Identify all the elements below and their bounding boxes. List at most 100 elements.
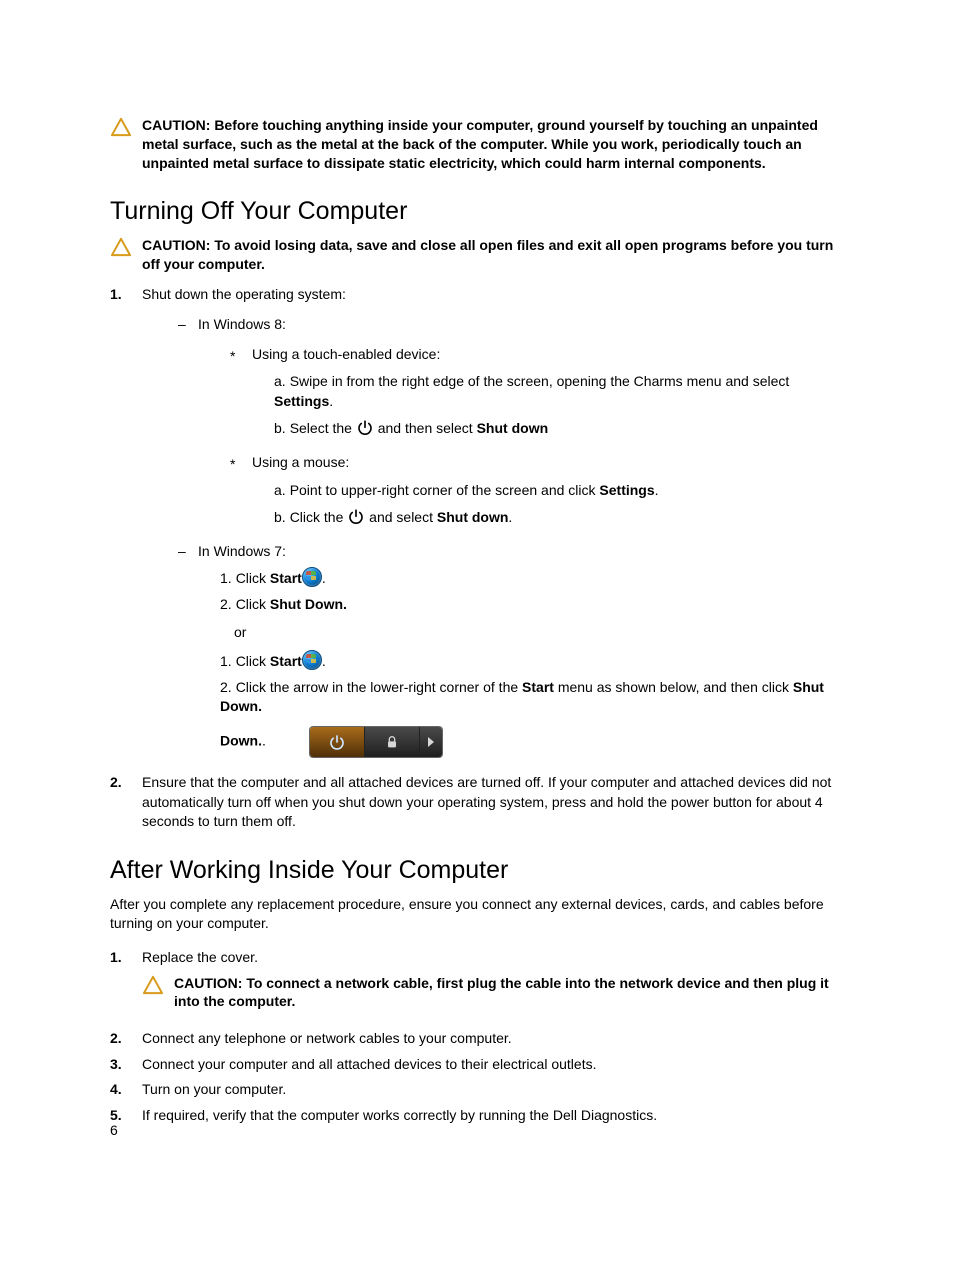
- list-item: 2. Connect any telephone or network cabl…: [110, 1029, 844, 1049]
- list-marker: b.: [274, 509, 286, 525]
- bold-text: Start: [270, 653, 302, 669]
- list-marker: 2.: [220, 679, 232, 695]
- os-label: In Windows 8:: [198, 316, 286, 332]
- text: .: [262, 733, 266, 749]
- bold-text: Shut down: [477, 420, 549, 436]
- list-item: a.Point to upper-right corner of the scr…: [274, 481, 844, 501]
- os-list: In Windows 8: Using a touch-enabled devi…: [142, 315, 844, 757]
- list-item: 2. Ensure that the computer and all atta…: [110, 773, 844, 832]
- bold-text: Start: [522, 679, 554, 695]
- list-marker: 1.: [220, 570, 232, 586]
- list-item: Using a mouse: a.Point to upper-right co…: [230, 453, 844, 532]
- step-text: Turn on your computer.: [142, 1081, 286, 1097]
- text: and then select: [378, 420, 477, 436]
- list-marker: 3.: [110, 1055, 126, 1075]
- heading-turning-off: Turning Off Your Computer: [110, 197, 844, 226]
- list-item: 2.Click the arrow in the lower-right cor…: [220, 678, 844, 757]
- caution-text: CAUTION: To avoid losing data, save and …: [142, 236, 844, 274]
- list-item: 5. If required, verify that the computer…: [110, 1106, 844, 1126]
- os-label: In Windows 7:: [198, 543, 286, 559]
- list-marker: a.: [274, 482, 286, 498]
- after-intro-paragraph: After you complete any replacement proce…: [110, 895, 844, 934]
- text: .: [322, 570, 326, 586]
- lock-segment: [365, 727, 420, 757]
- win7-steps-a: 1.Click Start. 2.Click Shut Down.: [198, 567, 844, 614]
- win8-methods: Using a touch-enabled device: a.Swipe in…: [198, 345, 844, 532]
- caution-icon: [110, 117, 132, 142]
- step-text: Connect your computer and all attached d…: [142, 1056, 596, 1072]
- caution-static-electricity: CAUTION: Before touching anything inside…: [110, 116, 844, 173]
- text: Click: [236, 596, 270, 612]
- text: Click the arrow in the lower-right corne…: [236, 679, 522, 695]
- document-page: CAUTION: Before touching anything inside…: [0, 0, 954, 1268]
- text: Click: [236, 653, 270, 669]
- list-marker: 2.: [110, 1029, 126, 1049]
- list-marker: a.: [274, 373, 286, 389]
- list-item: b.Click the and select Shut down.: [274, 508, 844, 532]
- step-text: If required, verify that the computer wo…: [142, 1107, 657, 1123]
- page-number: 6: [110, 1122, 118, 1138]
- windows-start-orb-icon: [302, 567, 322, 587]
- list-item: 4. Turn on your computer.: [110, 1080, 844, 1100]
- list-item: In Windows 8: Using a touch-enabled devi…: [178, 315, 844, 532]
- list-marker: 4.: [110, 1080, 126, 1100]
- caution-icon: [142, 975, 164, 1000]
- win7-steps-b: 1.Click Start. 2.Click the arrow in the …: [198, 650, 844, 757]
- list-item: 1.Click Start.: [220, 567, 844, 589]
- list-item: 1.Click Start.: [220, 650, 844, 672]
- windows-start-orb-icon: [302, 650, 322, 670]
- text: Click the: [290, 509, 348, 525]
- step-text: Replace the cover.: [142, 949, 258, 965]
- power-icon: [347, 508, 365, 532]
- step-text: Connect any telephone or network cables …: [142, 1030, 512, 1046]
- list-item: 1. Shut down the operating system: In Wi…: [110, 285, 844, 767]
- power-icon: [356, 419, 374, 443]
- mouse-steps: a.Point to upper-right corner of the scr…: [252, 481, 844, 532]
- caution-text: CAUTION: To connect a network cable, fir…: [174, 974, 844, 1012]
- list-item: Using a touch-enabled device: a.Swipe in…: [230, 345, 844, 443]
- list-marker: 1.: [110, 948, 126, 1023]
- step-text: Shut down the operating system:: [142, 286, 346, 302]
- turning-off-steps: 1. Shut down the operating system: In Wi…: [110, 285, 844, 831]
- list-item: b.Select the and then select Shut down: [274, 419, 844, 443]
- list-item: 2.Click Shut Down.: [220, 595, 844, 615]
- caution-icon: [110, 237, 132, 262]
- list-item: a.Swipe in from the right edge of the sc…: [274, 372, 844, 411]
- bold-text: Settings: [599, 482, 654, 498]
- arrow-segment: [420, 727, 442, 757]
- method-label: Using a mouse:: [252, 454, 349, 470]
- list-marker: 2.: [220, 596, 232, 612]
- step-text: Ensure that the computer and all attache…: [142, 774, 831, 829]
- after-steps: 1. Replace the cover. CAUTION: To connec…: [110, 948, 844, 1126]
- heading-after-working: After Working Inside Your Computer: [110, 856, 844, 885]
- list-marker: 1.: [220, 653, 232, 669]
- text: and select: [369, 509, 437, 525]
- caution-save-data: CAUTION: To avoid losing data, save and …: [110, 236, 844, 274]
- or-divider: or: [234, 623, 844, 643]
- text: .: [322, 653, 326, 669]
- text: Swipe in from the right edge of the scre…: [290, 373, 790, 389]
- text: Point to upper-right corner of the scree…: [290, 482, 600, 498]
- caution-text: CAUTION: Before touching anything inside…: [142, 116, 844, 173]
- bold-text: Down.: [220, 733, 262, 749]
- list-item: 3. Connect your computer and all attache…: [110, 1055, 844, 1075]
- power-segment: [310, 727, 365, 757]
- text: .: [329, 393, 333, 409]
- list-marker: 2.: [110, 773, 126, 832]
- caution-network-cable: CAUTION: To connect a network cable, fir…: [142, 974, 844, 1012]
- list-marker: 1.: [110, 285, 126, 767]
- bold-text: Shut Down.: [270, 596, 347, 612]
- text: .: [655, 482, 659, 498]
- bold-text: Settings: [274, 393, 329, 409]
- bold-text: Shut down: [437, 509, 509, 525]
- shutdown-toolbar-graphic: [310, 727, 442, 757]
- list-item: 1. Replace the cover. CAUTION: To connec…: [110, 948, 844, 1023]
- list-marker: b.: [274, 420, 286, 436]
- method-label: Using a touch-enabled device:: [252, 346, 440, 362]
- text: Click: [236, 570, 270, 586]
- list-item: In Windows 7: 1.Click Start. 2.Click Shu…: [178, 542, 844, 757]
- text: Select the: [290, 420, 356, 436]
- bold-text: Start: [270, 570, 302, 586]
- touch-steps: a.Swipe in from the right edge of the sc…: [252, 372, 844, 443]
- text: .: [508, 509, 512, 525]
